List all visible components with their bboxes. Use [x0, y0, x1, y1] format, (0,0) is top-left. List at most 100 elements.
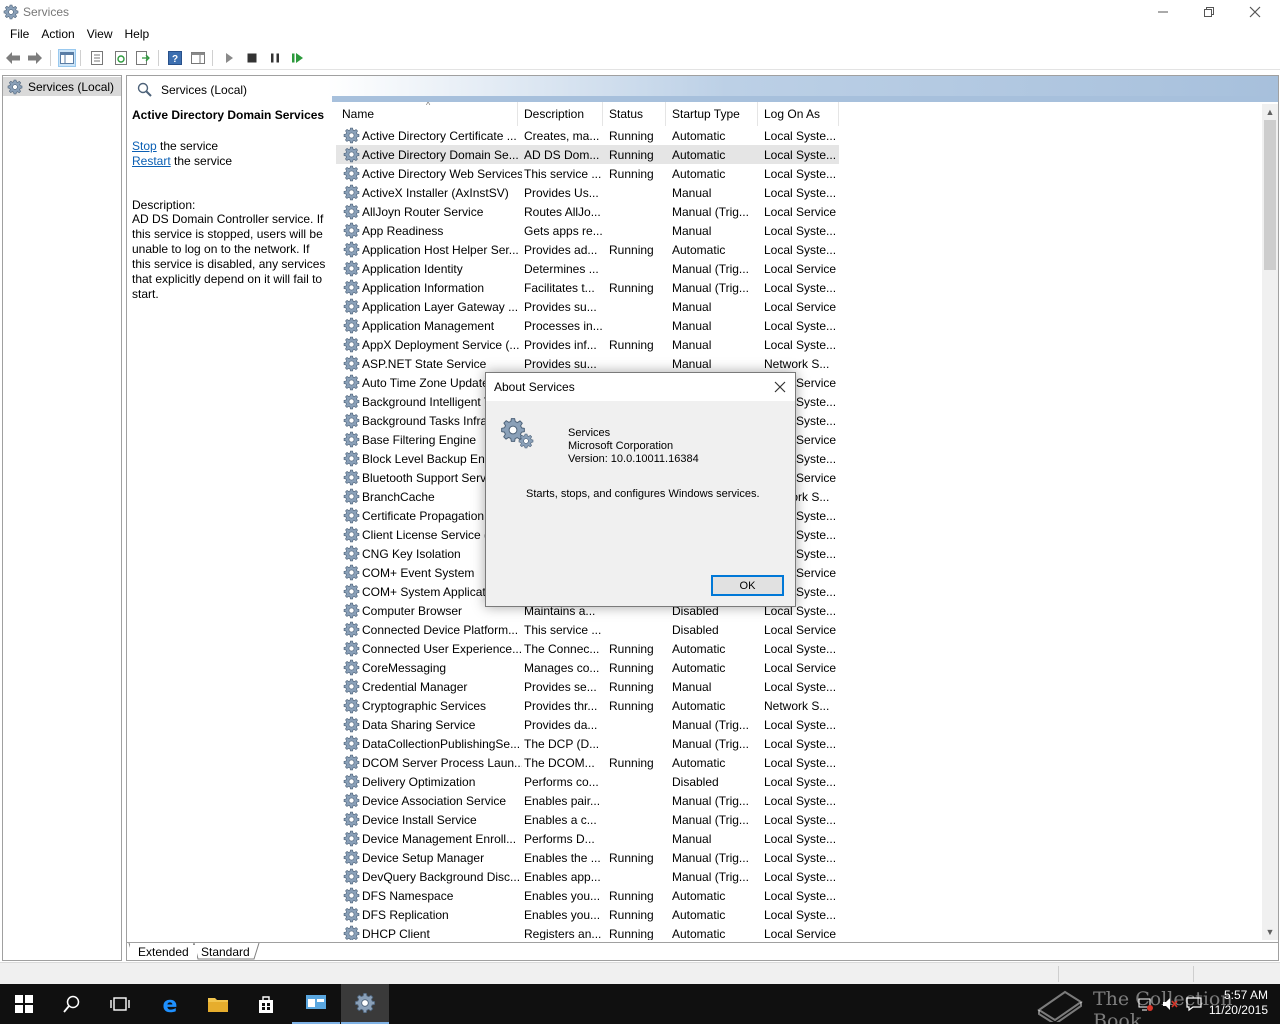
service-row[interactable]: Credential Manager Provides se... Running M…	[336, 677, 839, 696]
service-row[interactable]: Device Install Service Enables a c... Manu…	[336, 810, 839, 829]
pause-service-button[interactable]	[266, 49, 284, 67]
service-logon-cell: Local Service	[764, 927, 837, 940]
services-list[interactable]: Name ^ Description Status Startup Type L…	[336, 102, 1264, 940]
tab-extended[interactable]: Extended	[130, 945, 197, 960]
show-hide-console-tree-button[interactable]	[58, 49, 76, 67]
service-row[interactable]: DataCollectionPublishingSe... The DCP (D.…	[336, 734, 839, 753]
refresh-button[interactable]	[112, 49, 130, 67]
service-row[interactable]: Application Host Helper Ser... Provides a…	[336, 240, 839, 259]
service-startup-cell: Manual	[672, 680, 712, 694]
minimize-button[interactable]	[1140, 0, 1186, 24]
network-tray-icon[interactable]	[1138, 996, 1154, 1015]
service-description-cell: Performs co...	[524, 775, 599, 789]
close-icon	[774, 381, 786, 393]
column-header-name[interactable]: Name ^	[336, 102, 518, 126]
back-arrow-icon	[6, 52, 20, 64]
tree-item-services-local[interactable]: Services (Local)	[3, 77, 121, 96]
service-actions: Stop the service Restart the service	[132, 139, 329, 169]
service-description-cell: This service ...	[524, 167, 602, 181]
service-row[interactable]: AppX Deployment Service (... Provides inf…	[336, 335, 839, 354]
help-button[interactable]: ?	[166, 49, 184, 67]
service-row[interactable]: Application Identity Determines ... Manual…	[336, 259, 839, 278]
service-row[interactable]: Data Sharing Service Provides da... Manual…	[336, 715, 839, 734]
service-row[interactable]: Active Directory Certificate ... Creates,…	[336, 126, 839, 145]
column-header-label: Description	[524, 107, 585, 121]
tab-standard[interactable]: Standard	[193, 945, 258, 960]
taskbar-edge[interactable]: e	[146, 984, 194, 1024]
start-button[interactable]	[0, 984, 48, 1024]
service-row[interactable]: DFS Replication Enables you... Running Auto…	[336, 905, 839, 924]
service-row[interactable]: AllJoyn Router Service Routes AllJo... Man…	[336, 202, 839, 221]
service-row[interactable]: Device Setup Manager Enables the ... Runni…	[336, 848, 839, 867]
service-row[interactable]: Connected User Experience... The Connec..…	[336, 639, 839, 658]
service-row[interactable]: DHCP Client Registers an... Running Automat…	[336, 924, 839, 940]
service-row[interactable]: Application Information Facilitates t... R…	[336, 278, 839, 297]
show-hide-action-pane-button[interactable]	[189, 49, 207, 67]
company-name: Microsoft Corporation	[568, 440, 674, 452]
service-row[interactable]: CoreMessaging Manages co... Running Automat…	[336, 658, 839, 677]
restore-button[interactable]	[1186, 0, 1232, 24]
restart-service-link[interactable]: Restart	[132, 154, 171, 168]
stop-service-button[interactable]	[243, 49, 261, 67]
sort-ascending-icon: ^	[426, 102, 431, 110]
service-row[interactable]: Active Directory Web Services This servic…	[336, 164, 839, 183]
service-row[interactable]: Connected Device Platform... This service…	[336, 620, 839, 639]
service-row[interactable]: Active Directory Domain Se... AD DS Dom..…	[336, 145, 839, 164]
taskbar-server-manager[interactable]	[292, 984, 340, 1024]
service-row[interactable]: Delivery Optimization Performs co... Disab…	[336, 772, 839, 791]
back-button[interactable]	[4, 49, 22, 67]
service-row[interactable]: DFS Namespace Enables you... Running Automa…	[336, 886, 839, 905]
menu-view[interactable]: View	[81, 24, 119, 44]
console-tree-icon	[60, 52, 74, 64]
service-gear-icon	[343, 545, 360, 562]
service-row[interactable]: Application Layer Gateway ... Provides su…	[336, 297, 839, 316]
scroll-up-icon[interactable]: ▲	[1262, 104, 1278, 120]
ok-button[interactable]: OK	[711, 575, 784, 596]
search-icon	[63, 995, 80, 1013]
forward-button[interactable]	[26, 49, 44, 67]
service-logon-cell: Local Syste...	[764, 718, 837, 732]
export-list-button[interactable]	[134, 49, 152, 67]
vertical-scrollbar[interactable]: ▲ ▼	[1262, 104, 1278, 940]
service-row[interactable]: ASP.NET State Service Provides su... Manua…	[336, 354, 839, 373]
column-header-log-on-as[interactable]: Log On As	[758, 102, 839, 126]
service-startup-cell: Manual (Trig...	[672, 737, 749, 751]
column-header-status[interactable]: Status	[603, 102, 666, 126]
main-header-title: Services (Local)	[161, 83, 248, 97]
column-header-startup-type[interactable]: Startup Type	[666, 102, 758, 126]
service-row[interactable]: Cryptographic Services Provides thr... Run…	[336, 696, 839, 715]
taskbar-services[interactable]	[341, 984, 389, 1024]
taskbar-store[interactable]	[242, 984, 290, 1024]
service-row[interactable]: DevQuery Background Disc... Enables app..…	[336, 867, 839, 886]
service-row[interactable]: ActiveX Installer (AxInstSV) Provides Us.…	[336, 183, 839, 202]
service-row[interactable]: Device Management Enroll... Performs D...…	[336, 829, 839, 848]
service-name-cell: Data Sharing Service	[362, 718, 476, 732]
start-service-button[interactable]	[220, 49, 238, 67]
action-center-tray-icon[interactable]	[1186, 996, 1202, 1015]
menu-file[interactable]: File	[4, 24, 35, 44]
menu-action[interactable]: Action	[35, 24, 80, 44]
service-logon-cell: Local Syste...	[764, 243, 837, 257]
service-row[interactable]: DCOM Server Process Laun... The DCOM... Ru…	[336, 753, 839, 772]
service-startup-cell: Manual (Trig...	[672, 205, 749, 219]
scroll-down-icon[interactable]: ▼	[1262, 924, 1278, 940]
close-button[interactable]	[1232, 0, 1278, 24]
scrollbar-thumb[interactable]	[1264, 120, 1276, 270]
menu-help[interactable]: Help	[119, 24, 156, 44]
column-header-description[interactable]: Description	[518, 102, 603, 126]
stop-suffix: the service	[156, 139, 219, 153]
service-row[interactable]: Device Association Service Enables pair..…	[336, 791, 839, 810]
service-startup-cell: Manual	[672, 300, 712, 314]
search-button[interactable]	[48, 984, 96, 1024]
stop-service-link[interactable]: Stop	[132, 139, 157, 153]
service-description-cell: Enables you...	[524, 908, 601, 922]
volume-tray-icon[interactable]	[1162, 996, 1178, 1015]
properties-button[interactable]	[88, 49, 106, 67]
service-row[interactable]: App Readiness Gets apps re... Manual Local …	[336, 221, 839, 240]
taskbar-file-explorer[interactable]	[194, 984, 242, 1024]
restart-service-button[interactable]	[289, 49, 307, 67]
service-logon-cell: Local Syste...	[764, 870, 837, 884]
dialog-close-button[interactable]	[771, 378, 789, 396]
task-view-button[interactable]	[96, 984, 144, 1024]
service-row[interactable]: Application Management Processes in... Man…	[336, 316, 839, 335]
